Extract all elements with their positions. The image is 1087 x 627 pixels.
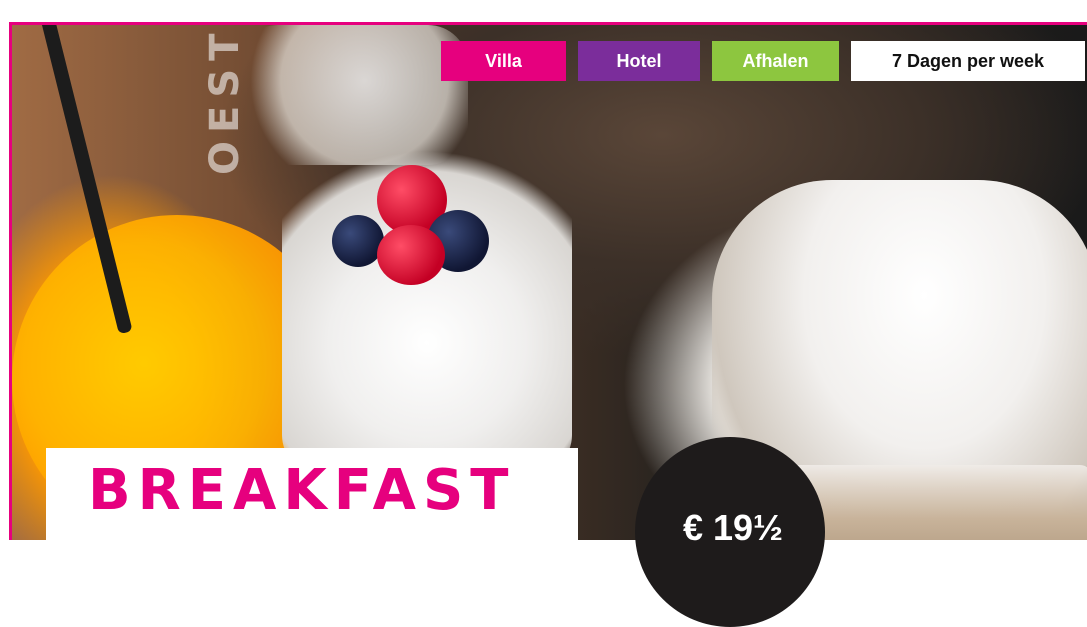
yogurt-jar-back xyxy=(238,25,468,165)
price-badge: € 19½ xyxy=(635,437,825,627)
tag-7-days[interactable]: 7 Dagen per week xyxy=(851,41,1085,81)
berries xyxy=(332,155,512,285)
tag-afhalen[interactable]: Afhalen xyxy=(712,41,839,81)
tag-hotel[interactable]: Hotel xyxy=(578,41,700,81)
raspberry xyxy=(377,225,445,285)
hero-banner: OESTERDA Villa Hotel Afhalen 7 Dagen per… xyxy=(0,0,1087,627)
tag-bar: Villa Hotel Afhalen 7 Dagen per week xyxy=(441,41,1085,81)
tag-villa[interactable]: Villa xyxy=(441,41,566,81)
headline: BREAKFAST xyxy=(88,458,516,523)
glass-print-text: OESTERDA xyxy=(202,22,248,175)
headline-box: BREAKFAST xyxy=(46,448,578,540)
price: € 19½ xyxy=(682,507,784,548)
blueberry xyxy=(332,215,384,267)
